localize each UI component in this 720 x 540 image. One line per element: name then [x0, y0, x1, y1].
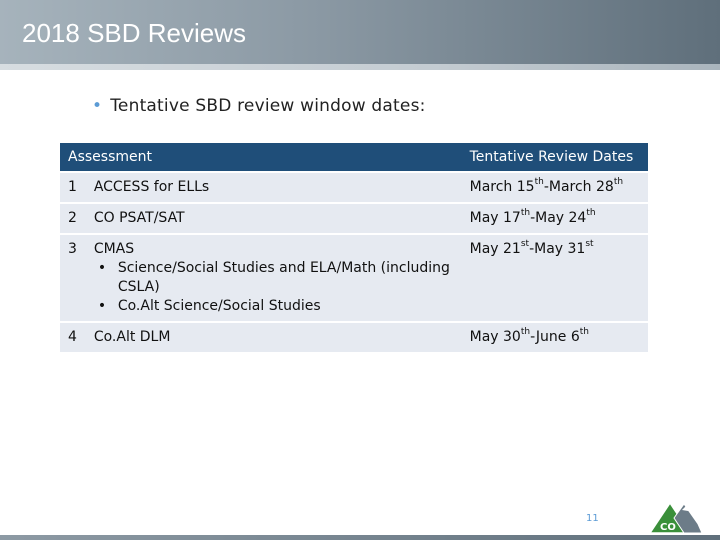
assessment-name: CO PSAT/SAT	[85, 202, 462, 234]
row-number: 4	[60, 321, 86, 352]
colorado-department-of-education-logo-icon: CO	[648, 501, 703, 534]
assessment-sublist: Science/Social Studies and ELA/Math (inc…	[94, 259, 458, 316]
date-start: May 30	[469, 329, 521, 345]
date-end: -June 6	[530, 329, 580, 345]
date-start-suffix: th	[520, 327, 531, 338]
date-end: -May 24	[530, 210, 587, 226]
assessment-name-text: CO PSAT/SAT	[93, 210, 185, 226]
sublist-item: Science/Social Studies and ELA/Math (inc…	[94, 259, 458, 297]
title-bar: 2018 SBD Reviews	[0, 0, 720, 64]
bullet-text: Tentative SBD review window dates:	[110, 96, 426, 116]
header-review-dates: Tentative Review Dates	[461, 143, 648, 172]
header-assessment: Assessment	[60, 143, 462, 172]
date-end-suffix: th	[579, 327, 589, 338]
assessment-name: Co.Alt DLM	[85, 321, 462, 352]
table-row: 3 CMAS Science/Social Studies and ELA/Ma…	[60, 233, 648, 322]
date-start: March 15	[469, 179, 535, 195]
assessment-name-text: ACCESS for ELLs	[93, 179, 210, 195]
table-row: 1 ACCESS for ELLs March 15th-March 28th	[60, 171, 648, 203]
date-start: May 17	[469, 210, 521, 226]
review-date: May 21st-May 31st	[461, 233, 648, 322]
page-number: 11	[586, 513, 599, 524]
review-date: March 15th-March 28th	[461, 171, 648, 203]
bullet-item: • Tentative SBD review window dates:	[92, 96, 426, 116]
date-start-suffix: st	[520, 239, 530, 250]
date-end-suffix: th	[586, 208, 596, 219]
logo-text: CO	[660, 522, 676, 533]
review-date: May 17th-May 24th	[461, 202, 648, 234]
date-start-suffix: th	[520, 208, 531, 219]
date-end-suffix: th	[613, 177, 624, 188]
date-end-suffix: st	[585, 239, 594, 250]
title-underline	[0, 64, 720, 70]
assessment-name-text: CMAS	[93, 241, 135, 257]
row-number: 2	[60, 202, 86, 234]
table-header-row: Assessment Tentative Review Dates	[60, 143, 648, 172]
date-start-suffix: th	[534, 177, 544, 188]
assessment-name: CMAS Science/Social Studies and ELA/Math…	[85, 233, 462, 322]
review-dates-table: Assessment Tentative Review Dates 1 ACCE…	[60, 143, 648, 352]
row-number: 1	[60, 171, 86, 203]
row-number: 3	[60, 233, 86, 322]
review-date: May 30th-June 6th	[461, 321, 648, 352]
assessment-name: ACCESS for ELLs	[85, 171, 462, 203]
date-end: -March 28	[543, 179, 614, 195]
table-row: 2 CO PSAT/SAT May 17th-May 24th	[60, 202, 648, 234]
bullet-dot-icon: •	[92, 96, 103, 116]
slide-title: 2018 SBD Reviews	[22, 18, 246, 48]
date-end: -May 31	[529, 241, 586, 257]
assessment-name-text: Co.Alt DLM	[93, 329, 171, 345]
bottom-bar	[0, 535, 720, 540]
sublist-item: Co.Alt Science/Social Studies	[94, 297, 458, 316]
date-start: May 21	[469, 241, 521, 257]
table-row: 4 Co.Alt DLM May 30th-June 6th	[60, 321, 648, 352]
